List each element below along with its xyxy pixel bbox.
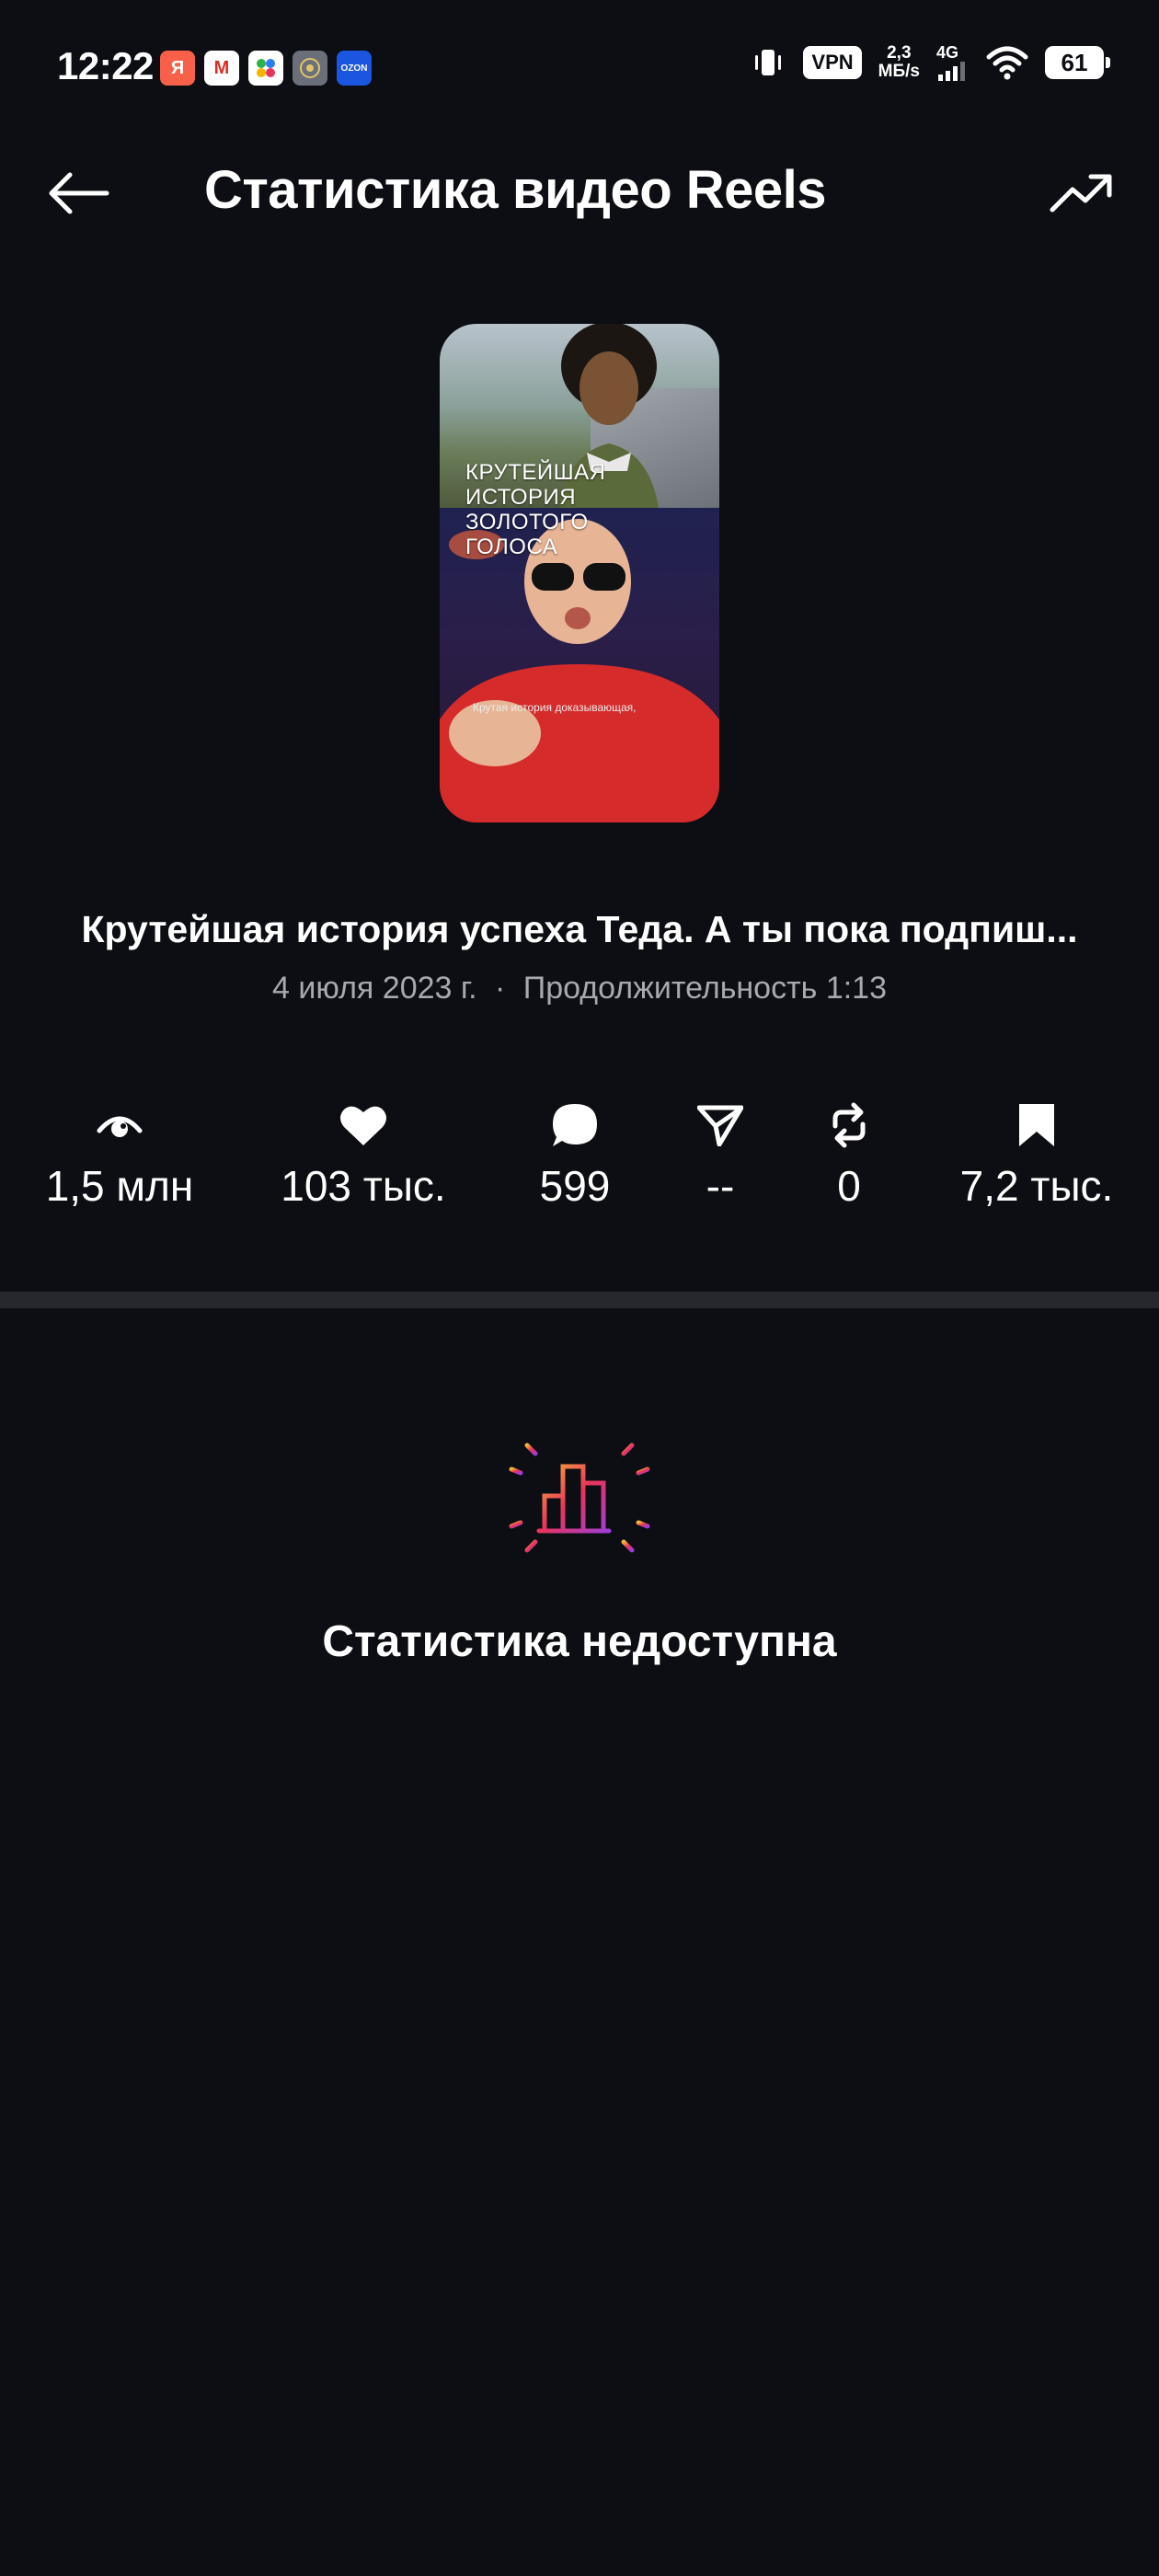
saves-count: 7,2 тыс.	[959, 1162, 1114, 1210]
status-time: 12:22	[57, 44, 154, 87]
section-divider	[0, 1292, 1159, 1308]
speed-value: 2,3	[887, 43, 912, 63]
network-type: 4G	[936, 43, 959, 62]
comment-icon	[553, 1104, 597, 1146]
vibrate-icon	[755, 50, 782, 75]
top-app-bar: Статистика видео Reels	[0, 138, 1159, 248]
network-speed: 2,3 МБ/s	[878, 44, 920, 81]
stat-shares: --	[674, 1099, 766, 1213]
stat-comments: 599	[520, 1099, 630, 1213]
yandex-icon: Я	[160, 51, 195, 86]
comments-count: 599	[539, 1162, 611, 1210]
stat-likes: 103 тыс.	[267, 1099, 460, 1213]
arrow-left-icon	[49, 172, 109, 214]
thumbnail-caption: КРУТЕЙШАЯ ИСТОРИЯ ЗОЛОТОГО ГОЛОСА	[465, 460, 606, 559]
stat-views: 1,5 млн	[28, 1099, 212, 1213]
speed-unit: МБ/s	[878, 62, 920, 81]
page-title: Статистика видео Reels	[204, 160, 827, 220]
ozon-icon: OZON	[337, 51, 372, 86]
shares-count: --	[706, 1162, 735, 1210]
reel-thumbnail[interactable]: КРУТЕЙШАЯ ИСТОРИЯ ЗОЛОТОГО ГОЛОСА Крутая…	[440, 324, 719, 822]
insights-unavailable-icon	[503, 1421, 656, 1574]
dots-app-icon	[248, 51, 283, 86]
back-button[interactable]	[40, 164, 114, 223]
reel-date: 4 июля 2023 г.	[271, 971, 477, 1006]
views-count: 1,5 млн	[45, 1162, 194, 1210]
gosuslugi-icon	[293, 51, 327, 86]
status-bar: 12:22 Я M OZON VPN 2,3 МБ/s 4G 61	[0, 0, 1159, 138]
battery-indicator: 61	[1045, 46, 1110, 79]
status-indicators: VPN 2,3 МБ/s 4G 61	[750, 44, 1110, 81]
trending-up-icon	[1050, 174, 1112, 213]
heart-icon	[340, 1106, 386, 1145]
bookmark-icon	[1019, 1104, 1054, 1146]
reel-title: Крутейшая история успеха Теда. А ты пока…	[81, 908, 1078, 950]
eye-icon	[97, 1116, 143, 1137]
cellular-signal: 4G	[936, 44, 970, 81]
empty-state-title: Статистика недоступна	[322, 1617, 837, 1666]
stat-saves: 7,2 тыс.	[940, 1099, 1133, 1213]
stat-reposts: 0	[803, 1099, 895, 1213]
signal-bars-icon	[938, 62, 965, 81]
send-icon	[697, 1105, 743, 1146]
repost-icon	[832, 1102, 866, 1148]
thumbnail-subtitle: Крутая история доказывающая,	[473, 701, 637, 714]
reposts-count: 0	[837, 1162, 861, 1210]
gmail-icon: M	[204, 51, 239, 86]
notification-icons: Я M OZON	[160, 51, 372, 86]
meta-separator: ·	[495, 971, 506, 1006]
likes-count: 103 тыс.	[281, 1162, 446, 1210]
reel-duration: Продолжительность 1:13	[522, 971, 887, 1006]
vpn-badge: VPN	[803, 46, 862, 79]
reel-meta: 4 июля 2023 г. · Продолжительность 1:13	[0, 966, 1159, 1010]
insights-button[interactable]	[1045, 164, 1119, 223]
wifi-icon	[986, 46, 1028, 80]
